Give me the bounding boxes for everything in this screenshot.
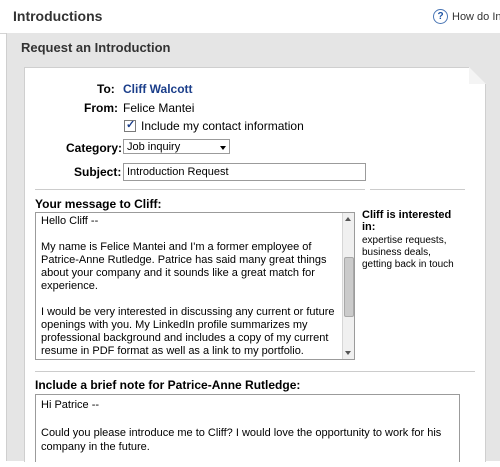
section-title: Request an Introduction xyxy=(21,40,171,55)
message-label: Your message to Cliff: xyxy=(35,197,162,211)
message-textarea[interactable]: Hello Cliff -- My name is Felice Mantei … xyxy=(35,212,355,360)
category-select-value: Job inquiry xyxy=(127,141,181,153)
check-icon: ✓ xyxy=(126,119,136,131)
divider xyxy=(35,189,365,190)
category-select[interactable]: Job inquiry xyxy=(123,139,230,154)
message-scrollbar[interactable] xyxy=(342,213,354,359)
from-value: Felice Mantei xyxy=(123,101,195,115)
scrollbar-thumb[interactable] xyxy=(344,257,354,317)
note-label: Include a brief note for Patrice-Anne Ru… xyxy=(35,378,301,392)
note-text: Hi Patrice -- Could you please introduce… xyxy=(41,398,446,467)
category-label: Category: xyxy=(66,141,123,155)
request-panel: Request an Introduction To: Cliff Walcot… xyxy=(6,33,500,462)
include-contact-label[interactable]: Include my contact information xyxy=(141,119,304,133)
note-paragraph: Hi Patrice -- xyxy=(41,399,100,411)
message-paragraph: I would be very interested in discussing… xyxy=(41,306,335,357)
include-contact-checkbox[interactable]: ✓ xyxy=(124,119,136,132)
help-link[interactable]: ? How do Int xyxy=(433,9,500,24)
from-label: From: xyxy=(84,101,118,115)
scroll-up-icon[interactable] xyxy=(345,217,351,221)
message-paragraph: My name is Felice Mantei and I'm a forme… xyxy=(41,241,327,292)
top-bar: Introductions ? How do Int xyxy=(0,0,500,34)
to-label: To: xyxy=(97,82,115,96)
to-recipient-link[interactable]: Cliff Walcott xyxy=(123,82,193,96)
page-fold-corner xyxy=(469,67,486,84)
divider xyxy=(370,189,465,190)
divider xyxy=(35,371,475,372)
dropdown-arrow-icon xyxy=(220,146,226,150)
help-link-text[interactable]: How do Int xyxy=(452,11,500,23)
subject-input[interactable]: Introduction Request xyxy=(123,163,366,181)
interest-box: Cliff is interested in: expertise reques… xyxy=(362,199,462,271)
message-paragraph: Hello Cliff -- xyxy=(41,215,99,227)
scroll-down-icon[interactable] xyxy=(345,351,351,355)
note-paragraph: Could you please introduce me to Cliff? … xyxy=(41,427,442,453)
note-textarea[interactable]: Hi Patrice -- Could you please introduce… xyxy=(35,394,460,462)
subject-label: Subject: xyxy=(74,165,122,179)
interest-text: expertise requests, business deals, gett… xyxy=(362,235,454,270)
interest-title: Cliff is interested in: xyxy=(362,209,452,233)
message-text: Hello Cliff -- My name is Felice Mantei … xyxy=(41,215,337,359)
page-title: Introductions xyxy=(13,8,103,24)
help-icon[interactable]: ? xyxy=(433,9,448,24)
